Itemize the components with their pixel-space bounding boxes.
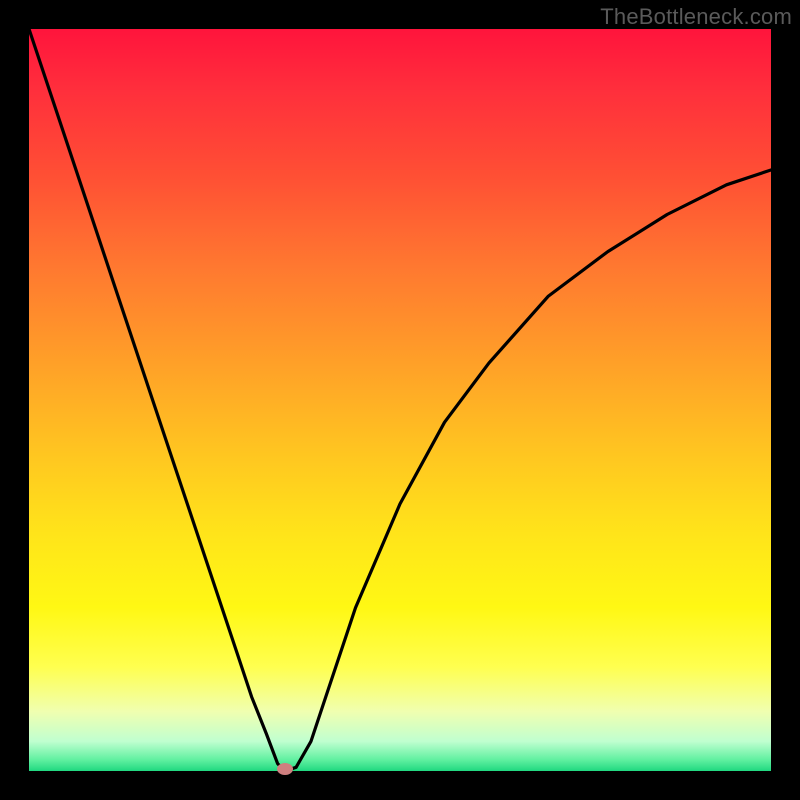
watermark-text: TheBottleneck.com — [600, 4, 792, 30]
bottleneck-curve — [29, 29, 771, 771]
optimal-point-marker — [277, 763, 293, 775]
chart-plot-area — [29, 29, 771, 771]
